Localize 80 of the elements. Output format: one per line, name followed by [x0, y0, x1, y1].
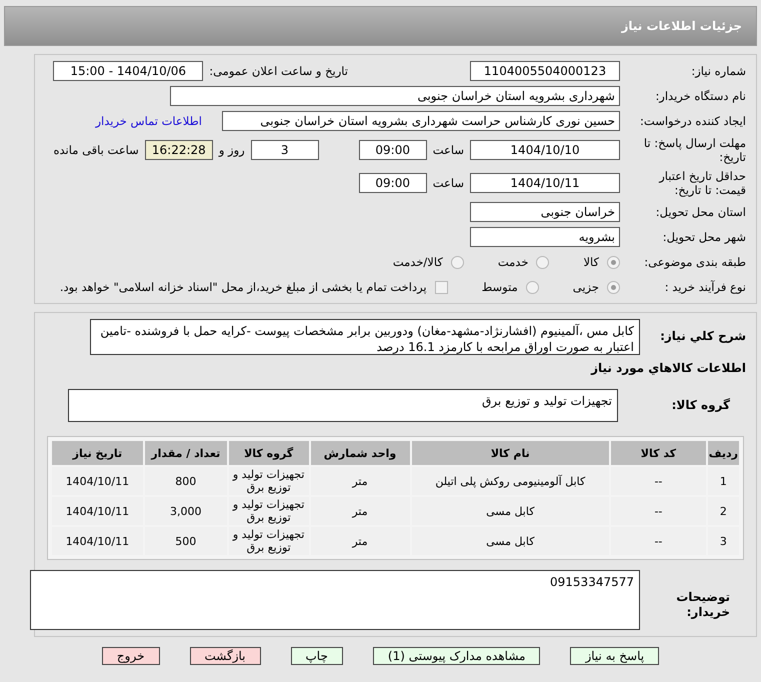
description-field[interactable]: کابل مس ،آلمینیوم (افشارنژاد-مشهد-مغان) ودوربین برابر مشخصات پیوست -کرایه حمل با فروشنده -تامین اعتبار به صورت اوراق مرابحه با کارمزد 16.1 درصد — [90, 319, 640, 355]
radio-button[interactable] — [607, 280, 620, 294]
field-label: نام دستگاه خریدار: — [654, 89, 746, 103]
action-button[interactable]: خروج — [102, 647, 160, 665]
table-cell: 1 — [708, 467, 739, 495]
buyer-notes-field[interactable]: 09153347577 — [30, 570, 640, 630]
table-cell: متر — [310, 527, 410, 555]
table-cell: تجهیزات تولید و توزیع برق — [228, 467, 309, 495]
field-label: استان محل تحویل: — [654, 205, 746, 219]
field-label: طبقه بندی موضوعی: — [643, 255, 746, 269]
radio-button[interactable] — [607, 256, 620, 268]
contact-link[interactable]: اطلاعات تماس خریدار — [95, 114, 202, 128]
checkbox[interactable] — [434, 280, 448, 294]
field-label: ساعت باقی مانده — [54, 143, 139, 157]
section-title: اطلاعات کالاهاي مورد نياز — [590, 361, 746, 375]
table-cell: کابل مسی — [412, 527, 610, 555]
field-label: ساعت — [432, 176, 464, 190]
field-label: نوع فرآیند خرید : — [664, 280, 746, 294]
table-cell: کابل آلومینیومی روکش پلی اتیلن — [412, 467, 610, 495]
radio-label: جزیی — [572, 280, 599, 294]
page-title: جزئیات اطلاعات نیاز — [621, 19, 742, 33]
buyer-field[interactable]: شهرداری بشرویه استان خراسان جنوبی — [170, 86, 620, 106]
radio-button[interactable] — [450, 256, 464, 268]
table-cell: -- — [611, 497, 706, 525]
field-label: شرح کلي نياز: — [659, 328, 746, 344]
table-cell: 1404/10/11 — [52, 467, 143, 495]
column-header: تاریخ نیاز — [52, 441, 143, 465]
field-label: روز و — [218, 143, 245, 157]
deadline-time-field[interactable]: 09:00 — [358, 140, 427, 160]
radio-button[interactable] — [536, 256, 550, 268]
action-button[interactable]: مشاهده مدارک پیوستی (1) — [372, 647, 540, 665]
field-label: گروه کالا: — [670, 398, 731, 413]
table-cell: -- — [611, 467, 706, 495]
table-cell: -- — [611, 527, 706, 555]
validity-time-field[interactable]: 09:00 — [358, 173, 427, 193]
table-cell: تجهیزات تولید و توزیع برق — [228, 527, 309, 555]
action-button[interactable]: بازگشت — [190, 647, 260, 665]
requester-field[interactable]: حسین نوری کارشناس حراست شهرداری بشرویه استان خراسان جنوبی — [222, 111, 620, 131]
field-label: ساعت — [432, 143, 464, 157]
action-button[interactable]: پاسخ به نیاز — [570, 647, 660, 665]
table-cell: 2 — [708, 497, 739, 525]
city-field[interactable]: بشرویه — [470, 227, 620, 247]
field-label: حداقل تاریخ اعتبار قیمت: تا تاریخ: — [658, 169, 746, 197]
table-cell: 500 — [144, 527, 227, 555]
need-number-field[interactable]: 1104005504000123 — [470, 61, 620, 81]
table-cell: 1404/10/11 — [52, 497, 143, 525]
radio-label: کالا/خدمت — [392, 255, 443, 269]
validity-date-field[interactable]: 1404/10/11 — [470, 173, 620, 193]
field-label: مهلت ارسال پاسخ: تا تاریخ: — [642, 136, 746, 164]
column-header: ردیف — [708, 441, 739, 465]
checkbox-label: پرداخت تمام یا بخشی از مبلغ خرید،از محل "اسناد خزانه اسلامی" خواهد بود. — [60, 280, 427, 294]
table-cell: متر — [310, 467, 410, 495]
field-label: شماره نیاز: — [690, 64, 746, 78]
column-header: واحد شمارش — [310, 441, 410, 465]
field-label: شهر محل تحویل: — [662, 230, 746, 244]
column-header: نام کالا — [412, 441, 610, 465]
column-header: گروه کالا — [228, 441, 309, 465]
announce-date-field[interactable]: 1404/10/06 - 15:00 — [53, 61, 204, 81]
radio-button[interactable] — [526, 280, 539, 294]
radio-label: خدمت — [498, 255, 528, 269]
table-cell: 3,000 — [144, 497, 227, 525]
remaining-time-field: 16:22:28 — [144, 140, 213, 160]
radio-label: متوسط — [482, 280, 518, 294]
column-header: کد کالا — [611, 441, 706, 465]
field-label: توضیحات خریدار: — [675, 589, 731, 620]
radio-label: کالا — [583, 255, 599, 269]
table-cell: 800 — [144, 467, 227, 495]
table-cell: 1404/10/11 — [52, 527, 143, 555]
province-field[interactable]: خراسان جنوبی — [470, 202, 620, 222]
goods-group-field[interactable]: تجهیزات تولید و توزیع برق — [68, 389, 618, 422]
deadline-date-field[interactable]: 1404/10/10 — [470, 140, 620, 160]
column-header: تعداد / مقدار — [144, 441, 227, 465]
table-cell: 3 — [708, 527, 739, 555]
table-cell: تجهیزات تولید و توزیع برق — [228, 497, 309, 525]
table-cell: کابل مسی — [412, 497, 610, 525]
field-label: تاریخ و ساعت اعلان عمومی: — [209, 64, 348, 78]
days-field[interactable]: 3 — [250, 140, 319, 160]
table-cell: متر — [310, 497, 410, 525]
field-label: ایجاد کننده درخواست: — [639, 114, 746, 128]
action-button[interactable]: چاپ — [290, 647, 343, 665]
